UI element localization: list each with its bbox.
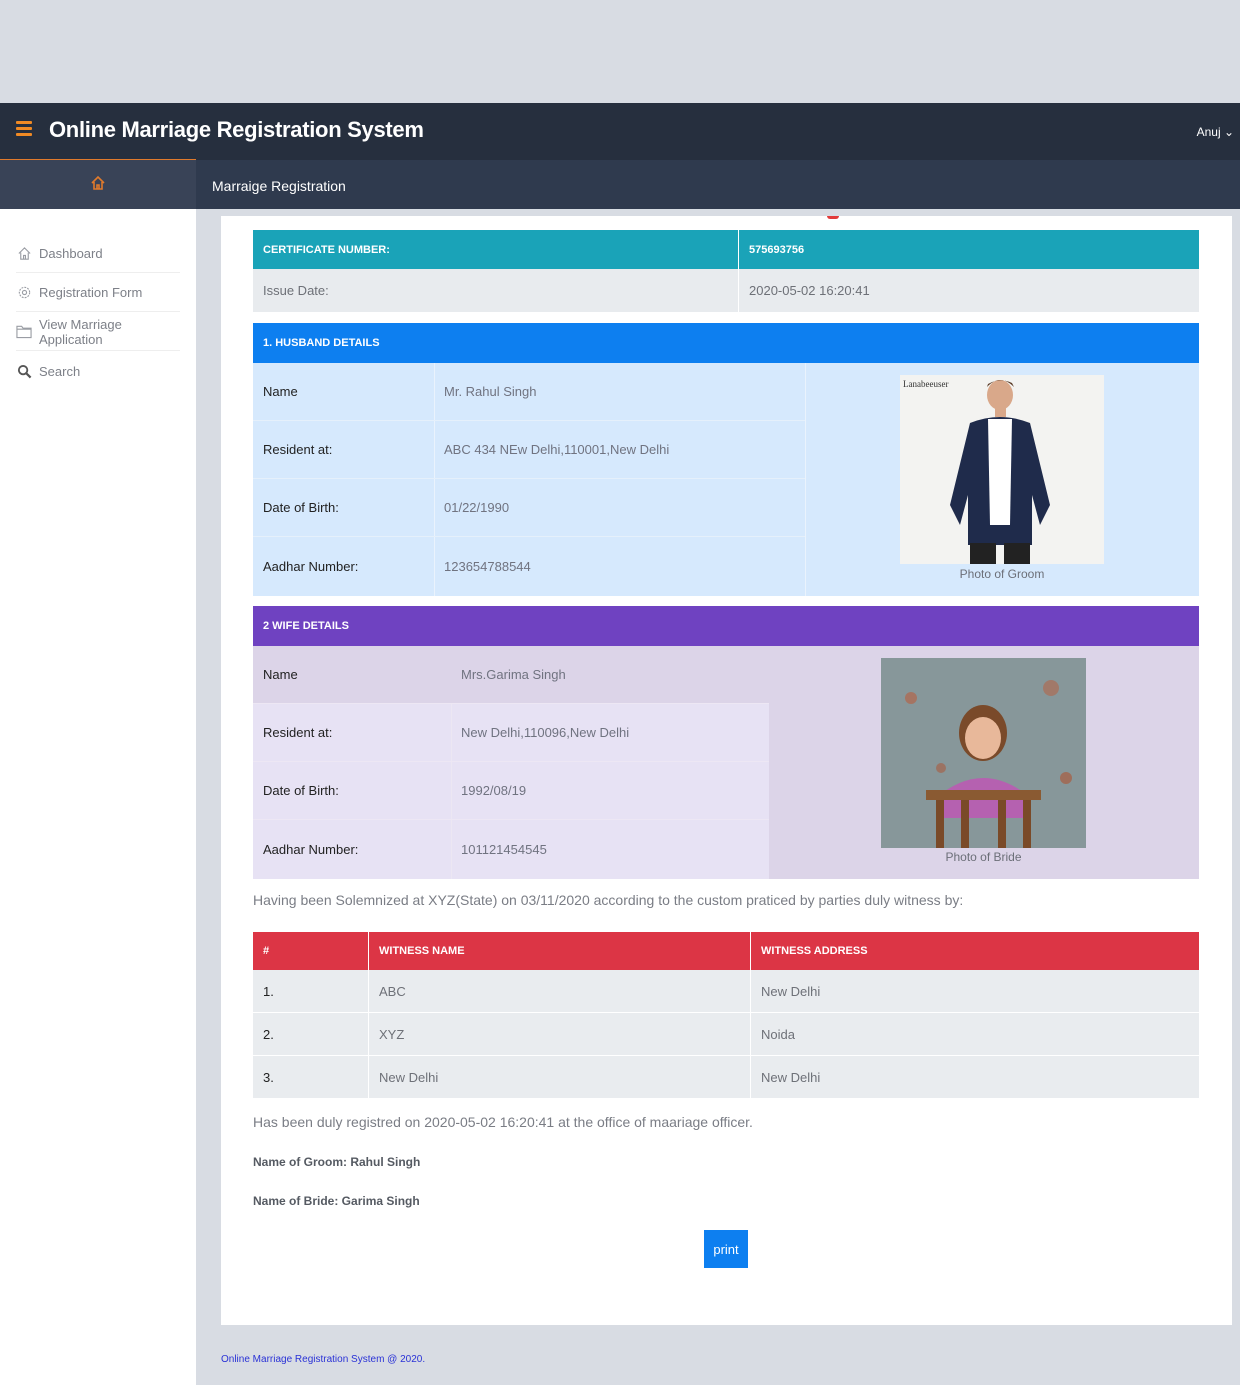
sidebar-item-label: Dashboard (39, 246, 103, 261)
row-value: 123654788544 (444, 558, 531, 574)
witness-address: Noida (750, 1013, 1199, 1055)
svg-text:Lanabeeuser: Lanabeeuser (903, 379, 948, 389)
sidebar-item-view-marriage-application[interactable]: View Marriage Application (16, 313, 180, 351)
row-value: Mrs.Garima Singh (461, 667, 566, 682)
column-header-witness-address: WITNESS ADDRESS (750, 932, 1199, 970)
husband-row-name: Name Mr. Rahul Singh (253, 363, 805, 421)
sidebar-item-dashboard[interactable]: Dashboard (16, 235, 180, 273)
user-menu[interactable]: Anuj ⌄ (1197, 125, 1234, 139)
issue-date-row: Issue Date: 2020-05-02 16:20:41 (253, 269, 1199, 312)
husband-row-resident: Resident at: ABC 434 NEw Delhi,110001,Ne… (253, 421, 805, 479)
sidebar-item-registration-form[interactable]: Registration Form (16, 274, 180, 312)
row-value: 101121454545 (461, 841, 547, 857)
certificate-number-row: CERTIFICATE NUMBER: 575693756 (253, 230, 1199, 269)
home-icon (16, 246, 32, 262)
witness-row: 3. New Delhi New Delhi (253, 1056, 1199, 1099)
search-icon (16, 363, 32, 379)
hamburger-menu-icon[interactable] (16, 121, 32, 137)
witness-row: 1. ABC New Delhi (253, 970, 1199, 1013)
bride-photo (881, 658, 1086, 848)
certificate-number-label: CERTIFICATE NUMBER: (263, 243, 390, 256)
page-heading: Marraige Registration (212, 178, 346, 194)
folder-icon (16, 324, 32, 340)
groom-photo: Lanabeeuser (900, 375, 1104, 564)
row-label: Aadhar Number: (263, 558, 359, 574)
row-value: ABC 434 NEw Delhi,110001,New Delhi (444, 442, 670, 457)
husband-details-header: 1. HUSBAND DETAILS (253, 323, 1199, 363)
husband-row-dob: Date of Birth: 01/22/1990 (253, 479, 805, 537)
row-value: 01/22/1990 (444, 500, 510, 515)
issue-date-label: Issue Date: (263, 283, 329, 298)
top-navbar: Online Marriage Registration System Anuj… (0, 103, 1240, 161)
home-cell (0, 160, 196, 209)
row-value: 1992/08/19 (461, 783, 527, 798)
heading-remnant (827, 216, 839, 219)
wife-row-name: Name Mrs.Garima Singh (253, 646, 769, 704)
footer-text: Online Marriage Registration System @ 20… (221, 1354, 426, 1365)
app-title: Online Marriage Registration System (49, 117, 424, 142)
husband-details-table: Name Mr. Rahul Singh Resident at: ABC 43… (253, 363, 1199, 596)
row-label: Date of Birth: (263, 783, 339, 798)
home-icon[interactable] (90, 175, 106, 191)
wife-details-table: Name Mrs.Garima Singh Resident at: New D… (253, 646, 1199, 879)
wife-row-aadhar: Aadhar Number: 101121454545 (253, 820, 769, 878)
witness-row: 2. XYZ Noida (253, 1013, 1199, 1056)
certificate-panel: CERTIFICATE NUMBER: 575693756 Issue Date… (221, 216, 1232, 1325)
row-label: Name (263, 667, 298, 682)
sidebar-item-label: View Marriage Application (39, 316, 122, 347)
husband-row-aadhar: Aadhar Number: 123654788544 (253, 537, 805, 595)
bride-photo-caption: Photo of Bride (945, 850, 1022, 864)
witness-name: ABC (368, 970, 750, 1012)
sub-navbar: Marraige Registration (0, 160, 1240, 209)
witness-name: New Delhi (368, 1056, 750, 1098)
column-header-number: # (263, 945, 270, 957)
wife-row-dob: Date of Birth: 1992/08/19 (253, 762, 769, 820)
issue-date-value: 2020-05-02 16:20:41 (738, 269, 1199, 312)
row-value: New Delhi,110096,New Delhi (461, 725, 630, 740)
print-button[interactable]: print (704, 1230, 748, 1268)
column-divider (805, 363, 806, 596)
sidebar: Dashboard Registration Form View Marriag… (0, 209, 196, 1385)
row-label: Date of Birth: (263, 500, 339, 515)
sidebar-item-label: Search (39, 363, 81, 379)
certificate-number-value: 575693756 (738, 230, 1199, 269)
registered-text: Has been duly registred on 2020-05-02 16… (253, 1114, 753, 1130)
wife-details-header: 2 WIFE DETAILS (253, 606, 1199, 646)
witness-number: 3. (263, 1069, 274, 1085)
solemnized-text: Having been Solemnized at XYZ(State) on … (253, 892, 964, 908)
sidebar-item-label: Registration Form (39, 285, 143, 300)
groom-photo-caption: Photo of Groom (959, 567, 1045, 581)
witness-number: 2. (263, 1026, 274, 1042)
row-label: Resident at: (263, 725, 333, 740)
witness-address: New Delhi (750, 1056, 1199, 1098)
wife-row-resident: Resident at: New Delhi,110096,New Delhi (253, 704, 769, 762)
row-label: Aadhar Number: (263, 841, 359, 857)
row-value: Mr. Rahul Singh (444, 384, 537, 399)
bride-name: Name of Bride: Garima Singh (253, 1194, 420, 1208)
witness-name: XYZ (368, 1013, 750, 1055)
sidebar-item-search[interactable]: Search (16, 352, 180, 390)
row-label: Resident at: (263, 442, 333, 457)
witness-table-header: # WITNESS NAME WITNESS ADDRESS (253, 932, 1199, 970)
groom-name: Name of Groom: Rahul Singh (253, 1155, 421, 1169)
witness-address: New Delhi (750, 970, 1199, 1012)
witness-number: 1. (263, 983, 274, 999)
row-label: Name (263, 384, 298, 399)
column-header-witness-name: WITNESS NAME (368, 932, 750, 970)
gear-icon (16, 285, 32, 301)
